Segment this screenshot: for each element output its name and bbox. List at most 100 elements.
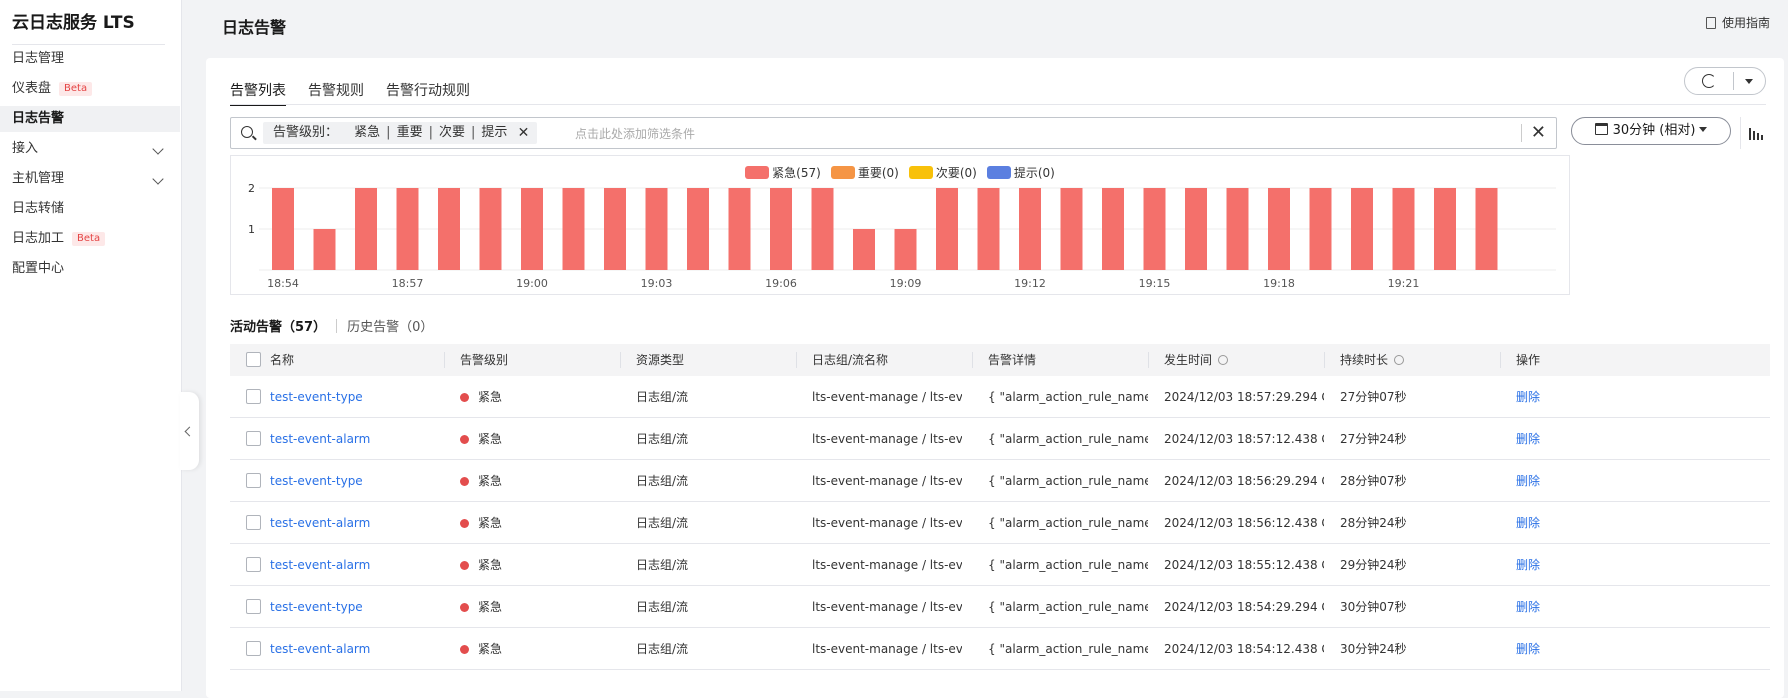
sidebar-item[interactable]: 仪表盘 Beta	[0, 76, 180, 102]
alarm-level: 紧急	[460, 376, 502, 418]
row-checkbox[interactable]	[246, 431, 261, 446]
x-tick-label: 19:15	[1139, 277, 1171, 290]
alarm-name-link[interactable]: test-event-alarm	[270, 544, 370, 586]
alarm-level: 紧急	[460, 586, 502, 628]
sidebar-item[interactable]: 接入	[0, 136, 180, 162]
bar[interactable]	[1143, 188, 1166, 270]
resource-type: 日志组/流	[636, 558, 689, 572]
brand-title: 云日志服务 LTS	[12, 13, 135, 33]
clear-icon[interactable]: ✕	[1531, 122, 1546, 143]
bar[interactable]	[1434, 188, 1456, 270]
bar[interactable]	[936, 188, 958, 270]
row-checkbox[interactable]	[246, 515, 261, 530]
delete-link[interactable]: 删除	[1516, 502, 1540, 544]
sidebar-item[interactable]: 日志加工 Beta	[0, 226, 180, 252]
delete-link[interactable]: 删除	[1516, 376, 1540, 418]
delete-link[interactable]: 删除	[1516, 586, 1540, 628]
delete-link[interactable]: 删除	[1516, 460, 1540, 502]
delete-link[interactable]: 删除	[1516, 628, 1540, 670]
subtab-history-alarms[interactable]: 历史告警（0）	[347, 316, 433, 335]
stream-name: lts-event-manage / lts-event-ma	[812, 642, 962, 656]
bar[interactable]	[1019, 188, 1041, 270]
bar[interactable]	[811, 188, 834, 270]
sidebar-item[interactable]: 主机管理	[0, 166, 180, 192]
calendar-icon	[1594, 123, 1608, 135]
bar[interactable]	[770, 188, 792, 270]
occur-time: 2024/12/03 18:57:29.294 G...	[1164, 390, 1324, 404]
row-checkbox[interactable]	[246, 599, 261, 614]
bar[interactable]	[1060, 188, 1083, 270]
bar[interactable]	[438, 188, 460, 270]
bar[interactable]	[479, 188, 502, 270]
chevron-down-icon[interactable]	[152, 143, 164, 155]
sidebar-collapse-button[interactable]	[180, 392, 199, 470]
caret-down-icon[interactable]	[1745, 79, 1753, 84]
alarm-chart: 紧急(57) 重要(0) 次要(0) 提示(0) 1 2 18:54 18:57 19:00 1…	[230, 155, 1570, 295]
select-all-checkbox[interactable]	[246, 352, 261, 367]
filter-bar[interactable]: 告警级别： 紧急 | 重要 | 次要 | 提示 ✕ 点击此处添加筛选条件 ✕	[230, 117, 1557, 149]
filter-chip[interactable]: 告警级别： 紧急 | 重要 | 次要 | 提示 ✕	[263, 122, 538, 144]
bar[interactable]	[977, 188, 1000, 270]
bar[interactable]	[1309, 188, 1332, 270]
x-tick-label: 19:21	[1388, 277, 1420, 290]
bar[interactable]	[1185, 188, 1207, 270]
sidebar-item[interactable]: 日志管理	[0, 46, 180, 72]
bar[interactable]	[396, 188, 419, 270]
delete-link[interactable]: 删除	[1516, 418, 1540, 460]
bar[interactable]	[687, 188, 709, 270]
row-checkbox[interactable]	[246, 557, 261, 572]
bar[interactable]	[355, 188, 377, 270]
guide-link[interactable]: 使用指南	[1705, 14, 1770, 31]
bar[interactable]	[562, 188, 585, 270]
delete-link[interactable]: 删除	[1516, 544, 1540, 586]
chart-svg: 1 2 18:54 18:57 19:00 19:03 19:06 19:09 19:12 19:…	[248, 182, 1556, 290]
bar[interactable]	[1475, 188, 1498, 270]
alarm-name-link[interactable]: test-event-alarm	[270, 418, 370, 460]
bar[interactable]	[1392, 188, 1415, 270]
beta-badge: Beta	[59, 81, 93, 96]
sidebar-item[interactable]: 日志告警	[0, 106, 180, 132]
bar[interactable]	[1268, 188, 1290, 270]
bar[interactable]	[1351, 188, 1373, 270]
bar[interactable]	[604, 188, 626, 270]
sidebar-item[interactable]: 配置中心	[0, 256, 180, 282]
bar[interactable]	[272, 188, 294, 270]
bar-chart-icon	[1761, 135, 1763, 140]
subtab-active-alarms[interactable]: 活动告警（57）	[230, 316, 326, 335]
chart-toggle-button[interactable]	[1740, 117, 1770, 149]
alarm-name-link[interactable]: test-event-alarm	[270, 502, 370, 544]
filter-placeholder[interactable]: 点击此处添加筛选条件	[575, 125, 695, 142]
chevron-down-icon[interactable]	[152, 173, 164, 185]
col-stream: 日志组/流名称	[796, 344, 888, 376]
col-duration[interactable]: 持续时长	[1324, 344, 1405, 376]
sidebar-item-label: 日志转储	[12, 201, 65, 216]
bar[interactable]	[728, 188, 751, 270]
bar[interactable]	[894, 229, 917, 270]
row-checkbox[interactable]	[246, 641, 261, 656]
resource-type: 日志组/流	[636, 432, 689, 446]
tab-alarm-list[interactable]: 告警列表	[230, 80, 286, 106]
bar[interactable]	[1102, 188, 1124, 270]
time-range-button[interactable]: 30分钟 (相对)	[1571, 117, 1731, 145]
sort-icon[interactable]	[1218, 355, 1229, 365]
row-checkbox[interactable]	[246, 473, 261, 488]
bar[interactable]	[1226, 188, 1249, 270]
refresh-icon[interactable]	[1702, 74, 1716, 88]
row-checkbox[interactable]	[246, 389, 261, 404]
col-time[interactable]: 发生时间	[1148, 344, 1229, 376]
bar[interactable]	[521, 188, 543, 270]
close-icon[interactable]: ✕	[518, 122, 530, 144]
tab-action-rules[interactable]: 告警行动规则	[386, 80, 470, 106]
sort-icon[interactable]	[1394, 355, 1405, 365]
alarm-name-link[interactable]: test-event-type	[270, 586, 363, 628]
sidebar-item-label: 接入	[12, 141, 39, 156]
status-dot	[460, 393, 469, 402]
alarm-name-link[interactable]: test-event-alarm	[270, 628, 370, 670]
alarm-name-link[interactable]: test-event-type	[270, 376, 363, 418]
bar[interactable]	[853, 229, 875, 270]
bar[interactable]	[313, 229, 336, 270]
tab-alarm-rules[interactable]: 告警规则	[308, 80, 364, 106]
bar[interactable]	[645, 188, 668, 270]
alarm-name-link[interactable]: test-event-type	[270, 460, 363, 502]
sidebar-item[interactable]: 日志转储	[0, 196, 180, 222]
